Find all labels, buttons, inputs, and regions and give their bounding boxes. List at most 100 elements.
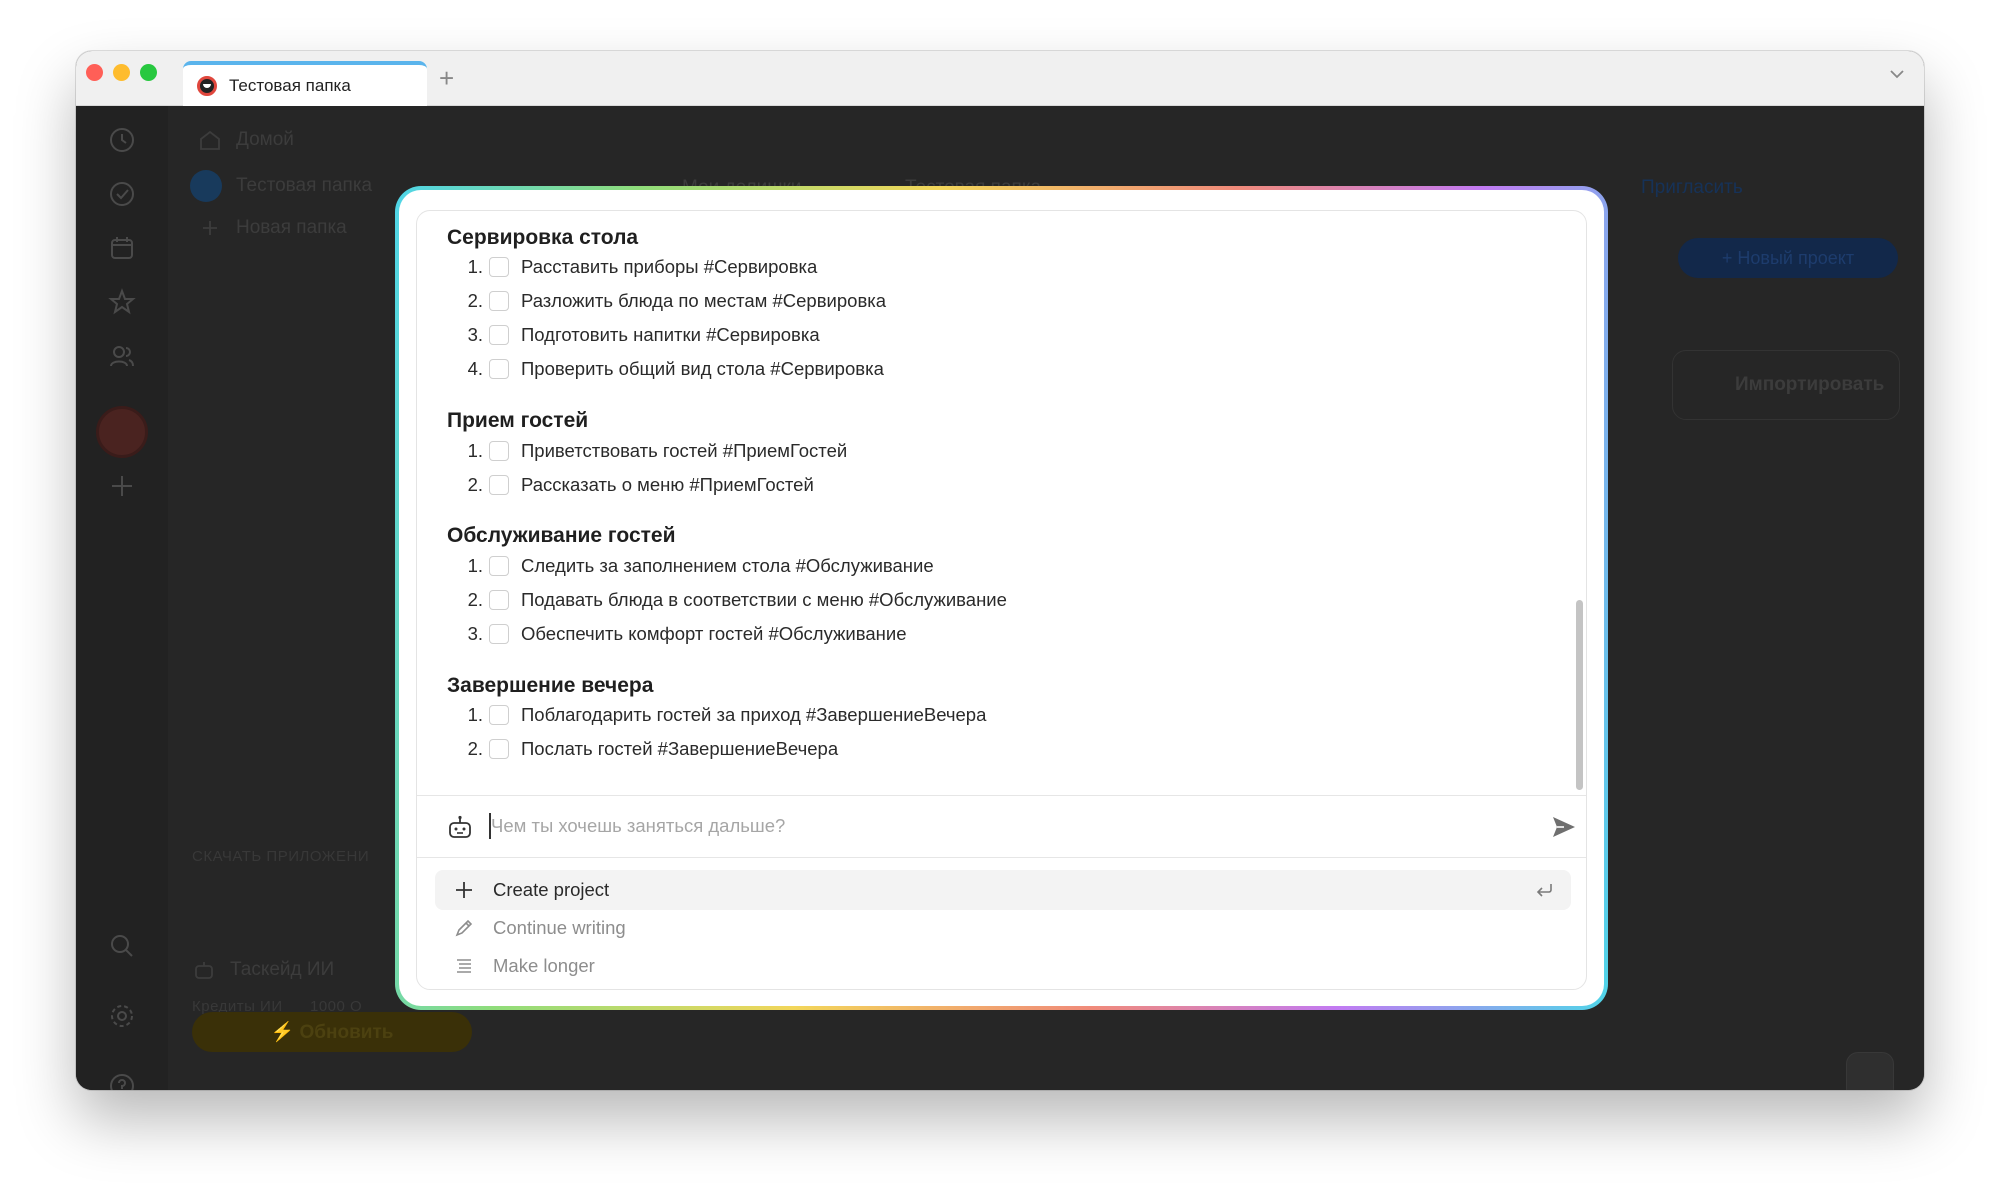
- import-button[interactable]: Импортировать: [1672, 350, 1900, 420]
- task-checkbox[interactable]: [489, 325, 509, 345]
- new-project-button[interactable]: + Новый проект: [1678, 238, 1898, 278]
- task-item: 2. Подавать блюда в соответствии с меню …: [459, 589, 1007, 611]
- help-icon[interactable]: [108, 1072, 136, 1090]
- task-number: 2.: [467, 589, 483, 610]
- command-continue-writing[interactable]: Continue writing: [435, 908, 1571, 948]
- task-number: 2.: [467, 290, 483, 311]
- task-checkbox[interactable]: [489, 624, 509, 644]
- sidebar-item-label: Таскейд ИИ: [230, 959, 335, 980]
- task-number: 3.: [467, 623, 483, 644]
- sidebar-item-ai[interactable]: Таскейд ИИ: [192, 958, 334, 982]
- robot-icon: [195, 962, 213, 979]
- task-item: 3. Подготовить напитки #Сервировка: [459, 324, 820, 346]
- command-make-longer[interactable]: Make longer: [435, 946, 1571, 986]
- sidebar-item-home[interactable]: Домой: [198, 128, 294, 152]
- command-label: Create project: [493, 879, 610, 900]
- section-title: Обслуживание гостей: [447, 524, 676, 547]
- plus-icon: [203, 221, 217, 235]
- send-icon[interactable]: [1550, 813, 1578, 841]
- add-workspace-icon[interactable]: [108, 472, 136, 500]
- close-window-button[interactable]: [86, 64, 103, 81]
- task-checkbox[interactable]: [489, 556, 509, 576]
- task-number: 4.: [467, 358, 483, 379]
- plus-icon: [453, 879, 475, 901]
- ai-prompt-row: [417, 795, 1586, 857]
- task-checkbox[interactable]: [489, 291, 509, 311]
- divider: [417, 857, 1586, 858]
- task-item: 2. Рассказать о меню #ПриемГостей: [459, 474, 814, 496]
- sidebar-item-label: Тестовая папка: [236, 175, 373, 196]
- task-text: Расставить приборы #Сервировка: [521, 256, 818, 277]
- download-apps-label: СКАЧАТЬ ПРИЛОЖЕНИ: [192, 848, 370, 865]
- command-label: Continue writing: [493, 917, 626, 938]
- sidebar-item-folder[interactable]: Тестовая папка: [190, 170, 372, 202]
- sidebar-item-label: Домой: [236, 129, 294, 150]
- task-item: 2. Послать гостей #ЗавершениеВечера: [459, 738, 838, 760]
- task-checkbox[interactable]: [489, 705, 509, 725]
- robot-icon: [449, 815, 471, 838]
- task-text: Проверить общий вид стола #Сервировка: [521, 358, 884, 379]
- command-label: Make longer: [493, 955, 595, 976]
- calendar-icon[interactable]: [108, 234, 136, 262]
- task-text: Подготовить напитки #Сервировка: [521, 324, 820, 345]
- sidebar-item-new-folder[interactable]: Новая папка: [198, 216, 347, 240]
- clock-icon[interactable]: [108, 126, 136, 154]
- task-number: 2.: [467, 474, 483, 495]
- browser-tab[interactable]: Тестовая папка: [183, 61, 427, 106]
- lines-icon: [453, 955, 475, 977]
- enter-key-icon: [1536, 884, 1552, 897]
- gear-icon[interactable]: [108, 1002, 136, 1030]
- star-icon[interactable]: [108, 288, 136, 316]
- task-text: Послать гостей #ЗавершениеВечера: [521, 738, 839, 759]
- workspace-avatar[interactable]: [96, 406, 148, 458]
- task-number: 2.: [467, 738, 483, 759]
- task-item: 3. Обеспечить комфорт гостей #Обслуживан…: [459, 623, 906, 645]
- scrollbar-thumb[interactable]: [1576, 600, 1583, 790]
- tab-title: Тестовая папка: [229, 75, 351, 95]
- task-number: 1.: [467, 256, 483, 277]
- task-text: Разложить блюда по местам #Сервировка: [521, 290, 887, 311]
- section-title: Завершение вечера: [447, 674, 654, 697]
- task-number: 1.: [467, 555, 483, 576]
- search-icon[interactable]: [108, 932, 136, 960]
- tab-menu-chevron-icon[interactable]: [1888, 65, 1906, 89]
- task-text: Следить за заполнением стола #Обслуживан…: [521, 555, 934, 576]
- task-item: 4. Проверить общий вид стола #Сервировка: [459, 358, 884, 380]
- chat-support-button[interactable]: [1846, 1052, 1894, 1090]
- home-icon: [200, 130, 220, 150]
- task-text: Поблагодарить гостей за приход #Завершен…: [521, 704, 987, 725]
- check-circle-icon[interactable]: [108, 180, 136, 208]
- task-item: 2. Разложить блюда по местам #Сервировка: [459, 290, 886, 312]
- people-icon[interactable]: [108, 342, 136, 370]
- task-checkbox[interactable]: [489, 441, 509, 461]
- new-tab-button[interactable]: +: [439, 65, 454, 91]
- task-item: 1. Поблагодарить гостей за приход #Завер…: [459, 704, 986, 726]
- task-number: 1.: [467, 440, 483, 461]
- task-item: 1. Расставить приборы #Сервировка: [459, 256, 817, 278]
- task-item: 1. Приветствовать гостей #ПриемГостей: [459, 440, 847, 462]
- folder-avatar-icon: [190, 170, 222, 202]
- task-checkbox[interactable]: [489, 475, 509, 495]
- ai-modal-frame: Сервировка стола 1. Расставить приборы #…: [395, 186, 1608, 1010]
- upgrade-button[interactable]: ⚡ Обновить: [192, 1012, 472, 1052]
- section-title: Сервировка стола: [447, 226, 639, 249]
- task-checkbox[interactable]: [489, 739, 509, 759]
- icon-rail: [76, 106, 168, 1090]
- task-number: 3.: [467, 324, 483, 345]
- task-checkbox[interactable]: [489, 257, 509, 277]
- command-create-project[interactable]: Create project: [435, 870, 1571, 910]
- task-text: Рассказать о меню #ПриемГостей: [521, 474, 814, 495]
- maximize-window-button[interactable]: [140, 64, 157, 81]
- app-logo-icon: [197, 75, 217, 96]
- task-checkbox[interactable]: [489, 590, 509, 610]
- section-title: Прием гостей: [447, 409, 589, 432]
- task-number: 1.: [467, 704, 483, 725]
- ai-modal: Сервировка стола 1. Расставить приборы #…: [399, 190, 1604, 1006]
- invite-link[interactable]: Пригласить: [1641, 177, 1743, 199]
- task-text: Обеспечить комфорт гостей #Обслуживание: [521, 623, 907, 644]
- minimize-window-button[interactable]: [113, 64, 130, 81]
- task-checkbox[interactable]: [489, 359, 509, 379]
- sidebar-item-label: Новая папка: [236, 217, 347, 238]
- ai-prompt-input[interactable]: [491, 809, 1491, 843]
- pencil-icon: [453, 917, 475, 939]
